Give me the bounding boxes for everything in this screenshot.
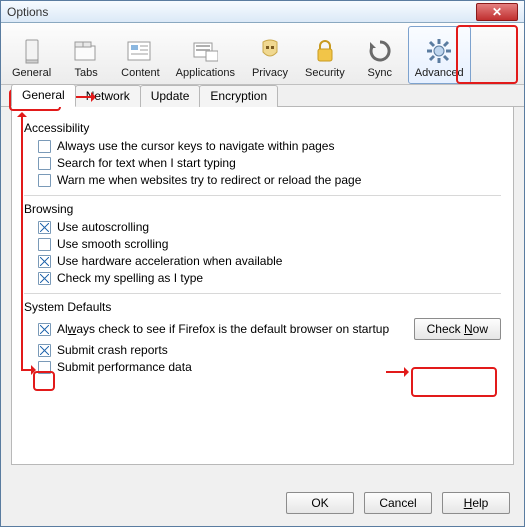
toolbar-security[interactable]: Security [298, 26, 352, 84]
checkbox[interactable] [38, 157, 51, 170]
ok-button[interactable]: OK [286, 492, 354, 514]
opt-label: Use hardware acceleration when available [57, 254, 282, 268]
opt-autoscrolling[interactable]: Use autoscrolling [38, 220, 501, 234]
group-browsing-title: Browsing [24, 202, 501, 216]
opt-smooth-scrolling[interactable]: Use smooth scrolling [38, 237, 501, 251]
cancel-button[interactable]: Cancel [364, 492, 432, 514]
tabs-icon [72, 37, 100, 65]
opt-label: Always check to see if Firefox is the de… [57, 322, 389, 336]
checkbox[interactable] [38, 221, 51, 234]
category-toolbar: General Tabs Content Applications Privac… [1, 23, 524, 85]
toolbar-sync[interactable]: Sync [354, 26, 406, 84]
opt-crash-reports[interactable]: Submit crash reports [38, 343, 501, 357]
toolbar-label: Content [121, 67, 160, 79]
opt-default-browser-check[interactable]: Always check to see if Firefox is the de… [38, 322, 414, 336]
sync-icon [366, 37, 394, 65]
opt-cursor-keys[interactable]: Always use the cursor keys to navigate w… [38, 139, 501, 153]
opt-spellcheck[interactable]: Check my spelling as I type [38, 271, 501, 285]
help-button[interactable]: Help [442, 492, 510, 514]
checkbox[interactable] [38, 140, 51, 153]
toolbar-applications[interactable]: Applications [169, 26, 242, 84]
content-icon [126, 37, 154, 65]
toolbar-label: Applications [176, 67, 235, 79]
toolbar-content[interactable]: Content [114, 26, 167, 84]
opt-warn-redirect[interactable]: Warn me when websites try to redirect or… [38, 173, 501, 187]
checkbox[interactable] [38, 361, 51, 374]
close-button[interactable]: ✕ [476, 3, 518, 21]
advanced-icon [425, 37, 453, 65]
checkbox[interactable] [38, 174, 51, 187]
dialog-footer: OK Cancel Help [286, 492, 510, 514]
opt-label: Warn me when websites try to redirect or… [57, 173, 361, 187]
opt-label: Submit crash reports [57, 343, 168, 357]
subtab-encryption[interactable]: Encryption [199, 85, 278, 107]
opt-label: Submit performance data [57, 360, 192, 374]
checkbox[interactable] [38, 272, 51, 285]
separator [24, 195, 501, 196]
checkbox[interactable] [38, 344, 51, 357]
toolbar-label: Sync [368, 67, 392, 79]
group-accessibility-title: Accessibility [24, 121, 501, 135]
toolbar-label: Privacy [252, 67, 288, 79]
titlebar: Options ✕ [1, 1, 524, 23]
opt-label: Use smooth scrolling [57, 237, 168, 251]
advanced-general-panel: Accessibility Always use the cursor keys… [11, 107, 514, 465]
separator [24, 293, 501, 294]
security-icon [311, 37, 339, 65]
applications-icon [191, 37, 219, 65]
opt-label: Use autoscrolling [57, 220, 149, 234]
advanced-subtabs: General Network Update Encryption [1, 85, 524, 107]
opt-label: Search for text when I start typing [57, 156, 236, 170]
group-system-defaults-title: System Defaults [24, 300, 501, 314]
checkbox[interactable] [38, 255, 51, 268]
options-window: Options ✕ General Tabs Content Applica [0, 0, 525, 527]
opt-label: Check my spelling as I type [57, 271, 203, 285]
toolbar-tabs[interactable]: Tabs [60, 26, 112, 84]
toolbar-general[interactable]: General [5, 26, 58, 84]
privacy-icon [256, 37, 284, 65]
checkbox[interactable] [38, 238, 51, 251]
check-now-button[interactable]: Check Now [414, 318, 501, 340]
toolbar-privacy[interactable]: Privacy [244, 26, 296, 84]
opt-performance-data[interactable]: Submit performance data [38, 360, 501, 374]
toolbar-label: Tabs [75, 67, 98, 79]
opt-search-typing[interactable]: Search for text when I start typing [38, 156, 501, 170]
toolbar-advanced[interactable]: Advanced [408, 26, 471, 84]
subtab-network[interactable]: Network [75, 85, 141, 107]
toolbar-label: Advanced [415, 67, 464, 79]
opt-hw-accel[interactable]: Use hardware acceleration when available [38, 254, 501, 268]
subtab-update[interactable]: Update [140, 85, 201, 107]
opt-label: Always use the cursor keys to navigate w… [57, 139, 334, 153]
window-title: Options [7, 5, 476, 19]
toolbar-label: Security [305, 67, 345, 79]
toolbar-label: General [12, 67, 51, 79]
checkbox[interactable] [38, 323, 51, 336]
subtab-general[interactable]: General [11, 84, 76, 107]
general-icon [18, 37, 46, 65]
